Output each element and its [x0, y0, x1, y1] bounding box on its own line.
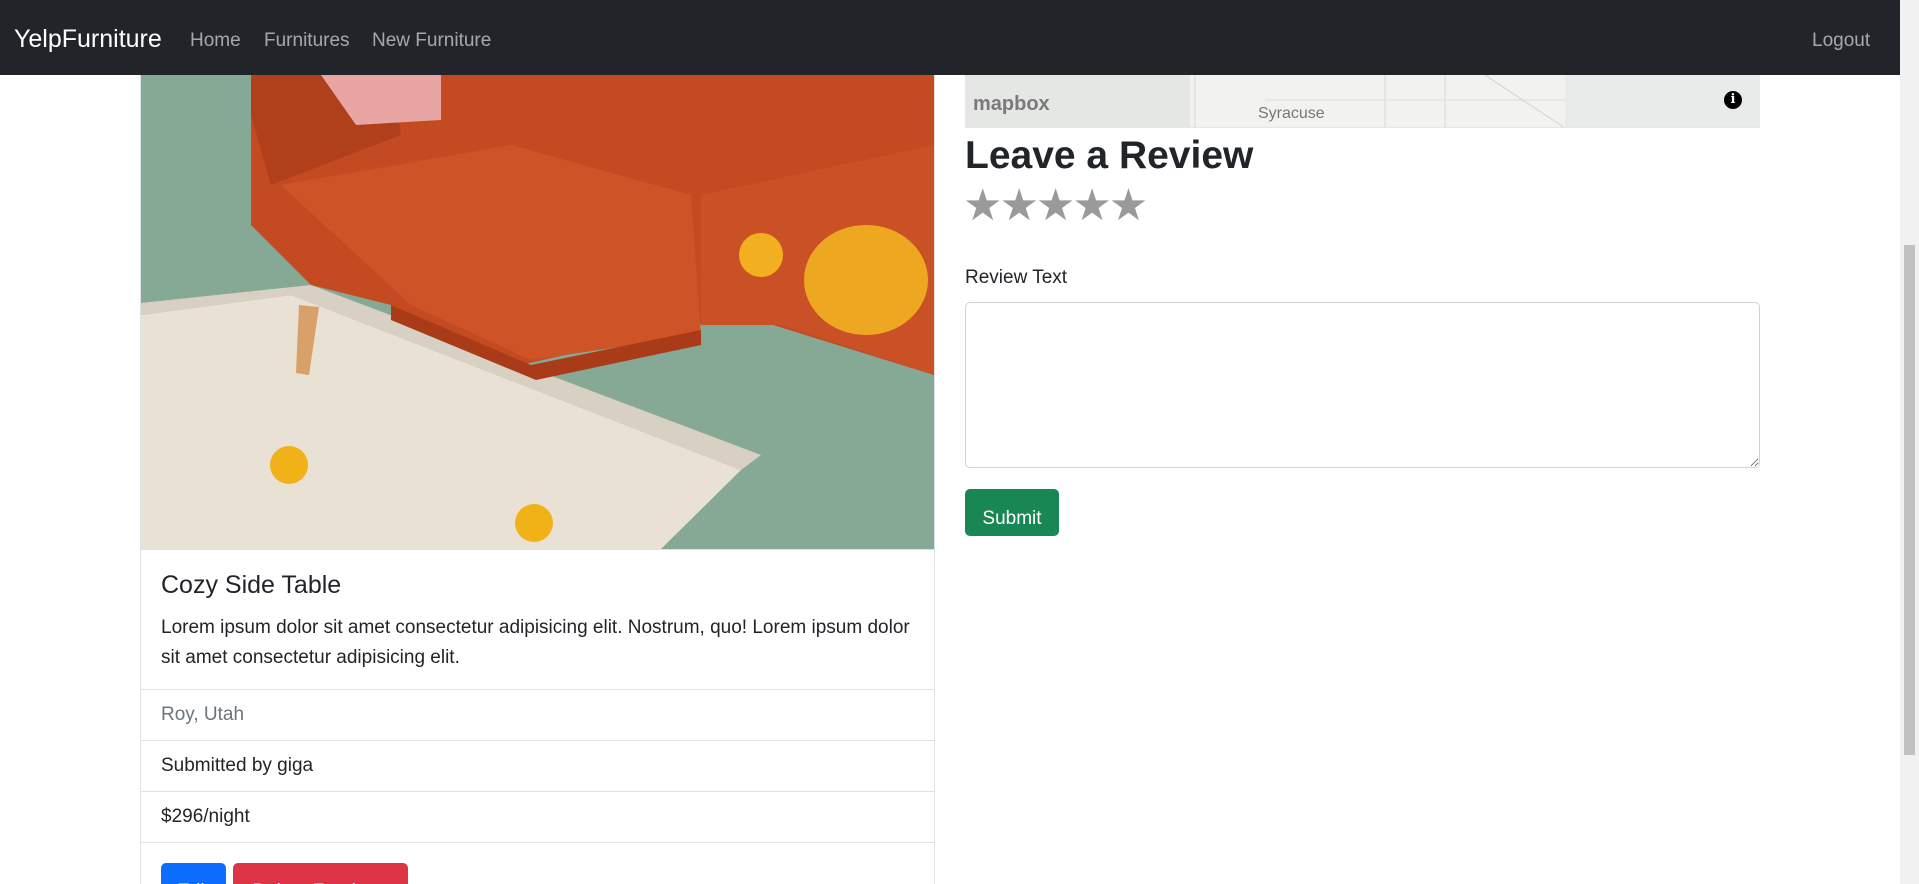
furniture-card: Cozy Side Table Lorem ipsum dolor sit am… [140, 75, 935, 884]
review-title: Leave a Review [965, 134, 1254, 177]
delete-furniture-button[interactable]: Delete Furniture [233, 863, 408, 884]
card-actions: Edit Delete Furniture [141, 842, 934, 884]
furniture-location: Roy, Utah [141, 689, 934, 740]
info-icon[interactable]: i [1724, 91, 1742, 109]
star-rating[interactable]: ★★★★★ [963, 180, 1148, 231]
nav-furnitures-link[interactable]: Furnitures [264, 30, 350, 52]
mapbox-logo[interactable]: mapbox [973, 93, 1050, 116]
map[interactable]: mapbox Syracuse i [965, 75, 1760, 128]
furniture-description: Lorem ipsum dolor sit amet consectetur a… [161, 617, 910, 668]
map-tiles [965, 75, 1760, 127]
submit-button[interactable]: Submit [965, 489, 1059, 536]
furniture-price: $296/night [141, 791, 934, 842]
review-text-label: Review Text [965, 267, 1068, 288]
logout-link[interactable]: Logout [1812, 30, 1870, 52]
brand-link[interactable]: YelpFurniture [14, 25, 162, 54]
nav-home-link[interactable]: Home [190, 30, 241, 52]
scrollbar-thumb[interactable] [1904, 245, 1915, 755]
navbar: YelpFurniture Home Furnitures New Furnit… [0, 0, 1900, 75]
sofa-photo [141, 75, 934, 549]
map-place-label: Syracuse [1258, 105, 1325, 122]
furniture-title: Cozy Side Table [161, 571, 342, 599]
edit-button[interactable]: Edit [161, 863, 226, 884]
review-text-input[interactable] [965, 302, 1760, 468]
furniture-image [141, 75, 934, 549]
furniture-submitter: Submitted by giga [141, 740, 934, 791]
nav-new-furniture-link[interactable]: New Furniture [372, 30, 491, 52]
page-scrollbar[interactable] [1900, 0, 1919, 884]
